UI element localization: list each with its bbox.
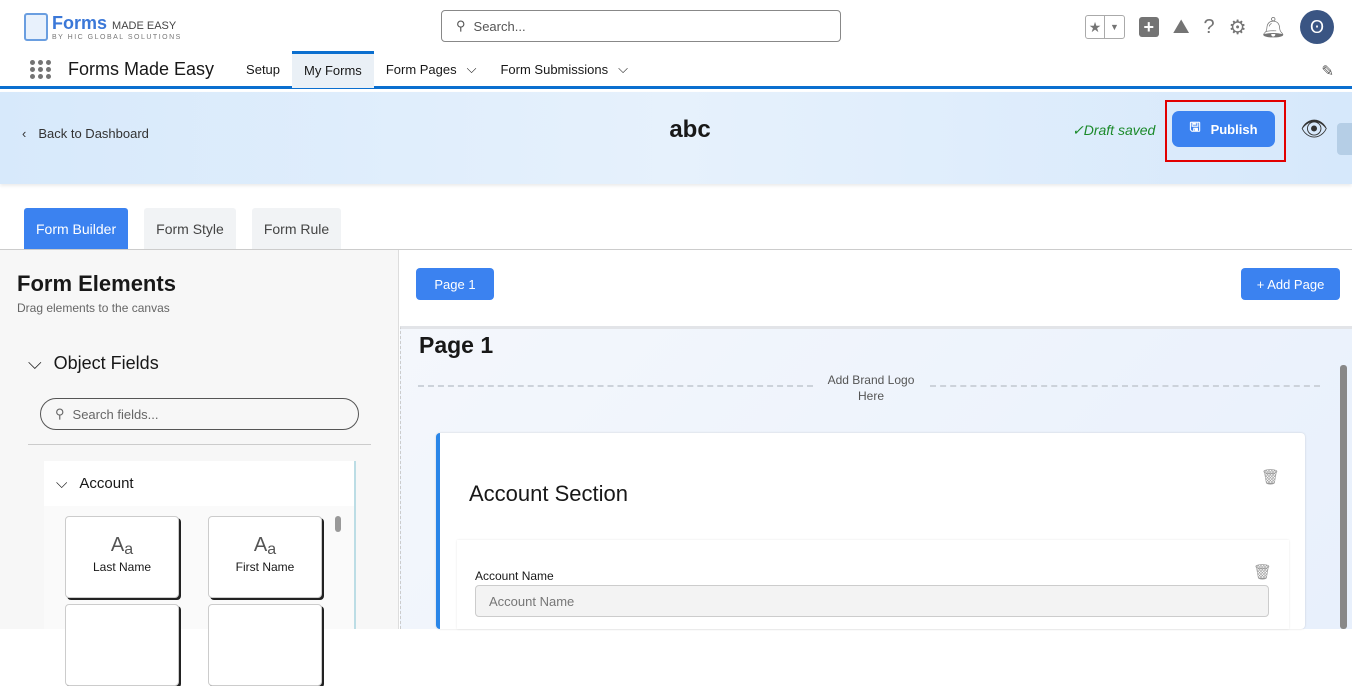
clipboard-icon (24, 13, 48, 41)
edit-nav-icon[interactable]: ✎ (1321, 62, 1334, 80)
draft-status: ✓Draft saved (1072, 122, 1155, 139)
publish-label: Publish (1210, 121, 1258, 137)
panel-subtitle: Drag elements to the canvas (17, 301, 170, 315)
trash-icon[interactable]: 🗑︎ (1261, 468, 1280, 486)
account-group-toggle[interactable]: ⌵ Account (44, 461, 354, 506)
group-label: Account (79, 475, 134, 492)
bell-icon[interactable]: 🔔︎ (1261, 15, 1286, 40)
field-card[interactable] (208, 604, 322, 686)
canvas-scrollbar[interactable] (1340, 365, 1347, 629)
tab-form-rule[interactable]: Form Rule (251, 208, 342, 249)
logo-tagline: BY HIC GLOBAL SOLUTIONS (52, 34, 182, 41)
nav-tab-form-submissions[interactable]: Form Submissions ⌵ (488, 51, 640, 88)
side-panel-toggle[interactable] (1337, 123, 1352, 155)
field-placeholder: Account Name (489, 593, 575, 609)
page-bar (400, 250, 1352, 326)
chevron-down-icon[interactable]: ⌵ (618, 61, 628, 77)
help-icon[interactable]: ? (1204, 16, 1215, 39)
account-name-input[interactable]: Account Name (475, 585, 1269, 617)
favorites-button[interactable]: ★ ▼ (1084, 15, 1125, 39)
nav-bar: Forms Made Easy Setup My Forms Form Page… (0, 50, 1352, 89)
publish-button[interactable]: 🖫 Publish (1172, 111, 1275, 147)
logo-suffix: MADE EASY (112, 20, 177, 32)
fields-scrollbar[interactable] (335, 516, 341, 532)
divider (930, 385, 1320, 387)
logo-text: Forms (52, 13, 108, 33)
utility-icons: ★ ▼ + ⛰ ? ⚙ 🔔︎ ʘ (1084, 10, 1334, 44)
field-card-last-name[interactable]: Aa Last Name (65, 516, 179, 598)
preview-eye-icon[interactable]: 👁︎ (1300, 116, 1328, 142)
search-placeholder: Search... (473, 18, 526, 34)
check-icon: ✓ (1072, 122, 1084, 138)
search-icon: ⚲ (456, 18, 466, 33)
nav-tab-label: Form Pages (385, 61, 457, 77)
search-fields-placeholder: Search fields... (72, 406, 159, 422)
draft-status-text: Draft saved (1083, 122, 1156, 138)
field-card-label: First Name (235, 560, 295, 574)
app-logo[interactable]: Forms MADE EASY BY HIC GLOBAL SOLUTIONS (24, 13, 182, 41)
field-label: Account Name (475, 569, 554, 583)
nav-tab-form-pages[interactable]: Form Pages ⌵ (374, 51, 489, 88)
nav-tab-label: Form Submissions (500, 61, 609, 77)
text-field-icon: Aa (110, 534, 134, 558)
nav-tab-my-forms[interactable]: My Forms (292, 50, 374, 88)
field-card[interactable] (65, 604, 179, 686)
gear-icon[interactable]: ⚙ (1229, 15, 1247, 40)
chevron-down-icon: ⌵ (56, 475, 68, 492)
app-name: Forms Made Easy (68, 58, 215, 79)
add-page-button[interactable]: + Add Page (1241, 268, 1340, 300)
chevron-down-icon[interactable]: ⌵ (467, 61, 477, 77)
nav-tab-label: Setup (246, 61, 281, 77)
brand-logo-dropzone[interactable]: Add Brand Logo Here (815, 372, 927, 404)
nav-tab-label: My Forms (304, 63, 362, 78)
object-fields-label: Object Fields (53, 353, 159, 373)
nav-tab-setup[interactable]: Setup (234, 51, 292, 88)
text-field-icon: Aa (253, 534, 277, 558)
page-title: Page 1 (419, 332, 494, 358)
field-card-label: Last Name (92, 560, 152, 574)
app-launcher-icon[interactable] (30, 59, 52, 79)
chevron-down-icon: ⌵ (28, 353, 42, 373)
divider (28, 444, 371, 445)
object-fields-toggle[interactable]: ⌵ Object Fields (28, 353, 159, 374)
trash-icon[interactable]: 🗑︎ (1253, 563, 1272, 581)
section-title: Account Section (469, 481, 628, 506)
global-search[interactable]: ⚲ Search... (441, 10, 841, 42)
tab-form-style[interactable]: Form Style (144, 208, 236, 249)
field-card-first-name[interactable]: Aa First Name (208, 516, 322, 598)
star-icon: ★ (1088, 18, 1102, 35)
page-tab-1[interactable]: Page 1 (416, 268, 494, 300)
divider (418, 385, 813, 387)
caret-down-icon: ▼ (1104, 16, 1124, 38)
tab-form-builder[interactable]: Form Builder (24, 208, 129, 249)
builder-tabs: Form Builder Form Style Form Rule (24, 208, 342, 249)
trailhead-icon[interactable]: ⛰ (1173, 16, 1190, 39)
search-icon: ⚲ (55, 406, 65, 421)
add-icon[interactable]: + (1138, 17, 1159, 37)
panel-title: Form Elements (17, 271, 176, 296)
save-icon: 🖫 (1189, 119, 1201, 134)
avatar[interactable]: ʘ (1300, 10, 1334, 44)
search-fields-input[interactable]: ⚲ Search fields... (40, 398, 359, 430)
